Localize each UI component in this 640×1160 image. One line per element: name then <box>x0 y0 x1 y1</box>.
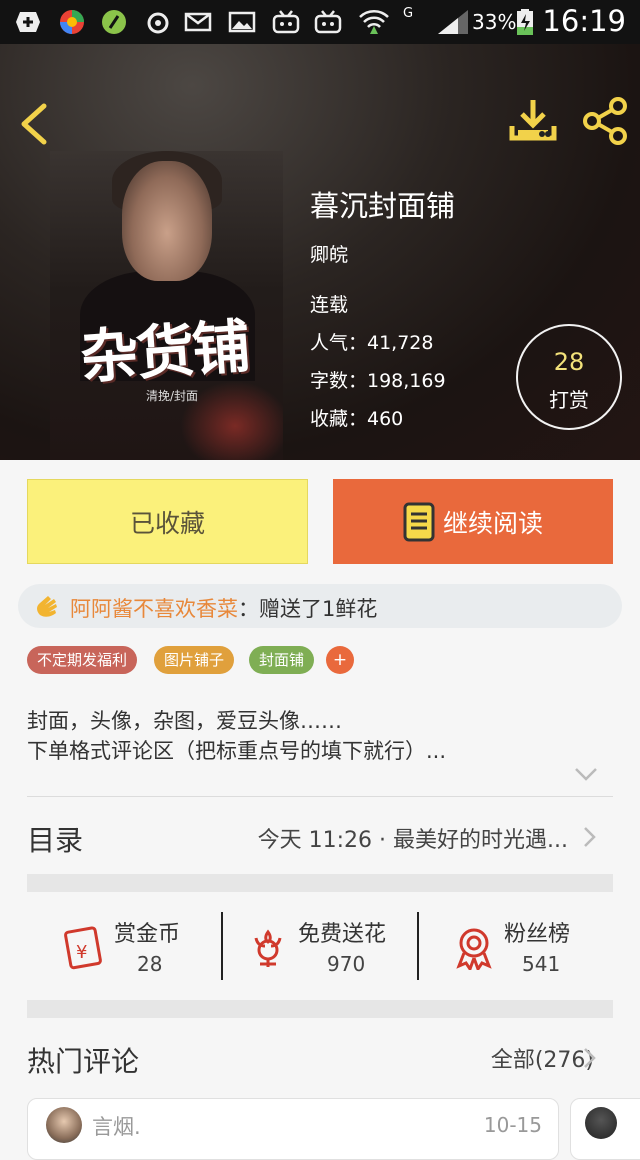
network-type: G <box>403 6 414 21</box>
download-icon[interactable] <box>508 96 558 144</box>
comment-date: 10-15 <box>483 1113 542 1137</box>
tip-button[interactable]: 28 打赏 <box>516 324 622 430</box>
bilibili-icon-2 <box>314 10 342 34</box>
chevron-right-icon[interactable] <box>582 826 596 848</box>
book-favorites: 收藏：460 <box>310 408 404 430</box>
tip-label: 打赏 <box>549 388 589 412</box>
stat-flowers[interactable]: 免费送花 970 <box>246 912 406 982</box>
clap-icon <box>37 596 57 617</box>
cover-figure-face <box>122 161 212 281</box>
stat-coins-label: 赏金币 <box>114 922 181 947</box>
clock: 16:19 <box>542 4 626 38</box>
back-arrow-icon[interactable] <box>16 100 52 148</box>
gift-message: ：赠送了1鲜花 <box>238 597 378 621</box>
gift-user-name[interactable]: 阿阿酱不喜欢香菜 <box>70 597 238 621</box>
tip-count: 28 <box>553 348 585 376</box>
favorite-button-label: 已收藏 <box>129 508 205 538</box>
book-title: 暮沉封面铺 <box>310 189 456 223</box>
share-icon[interactable] <box>580 96 630 146</box>
continue-reading-button[interactable]: 继续阅读 <box>333 479 613 564</box>
stat-fans-value: 541 <box>522 952 561 976</box>
wifi-icon <box>359 10 389 34</box>
comment-card[interactable] <box>570 1098 640 1160</box>
stat-coins[interactable]: ¥ 赏金币 28 <box>60 912 200 982</box>
continue-reading-label: 继续阅读 <box>442 508 543 538</box>
music-app-icon <box>102 10 126 34</box>
browser-app-icon <box>60 10 84 34</box>
all-comments-link[interactable]: 全部(276) <box>491 1042 594 1074</box>
add-notification-icon <box>16 12 40 32</box>
battery-percent: 33% <box>472 10 517 34</box>
bilibili-icon <box>272 10 300 34</box>
book-popularity: 人气：41,728 <box>310 332 434 354</box>
favorite-button[interactable]: 已收藏 <box>27 479 308 564</box>
book-cover: 杂货铺 清挽/封面 <box>50 151 283 460</box>
book-icon <box>403 502 435 541</box>
hot-comments-title: 热门评论 <box>27 1045 140 1078</box>
chevron-down-icon[interactable] <box>574 766 598 782</box>
signal-icon <box>438 10 468 34</box>
toc-label[interactable]: 目录 <box>27 819 83 859</box>
status-bar: G 33% 16:19 <box>0 0 640 44</box>
mail-icon <box>184 12 212 32</box>
comment-author: 言烟. <box>92 1115 141 1139</box>
stat-coins-value: 28 <box>137 952 163 976</box>
stat-separator <box>417 912 419 980</box>
avatar[interactable] <box>585 1107 617 1139</box>
battery-icon <box>517 9 533 35</box>
gift-notice[interactable]: 阿阿酱不喜欢香菜：赠送了1鲜花 <box>18 584 622 628</box>
comment-card[interactable]: 言烟. 10-15 <box>27 1098 559 1160</box>
description-line-1: 封面，头像，杂图，爱豆头像…… <box>27 709 342 733</box>
section-separator <box>27 874 613 892</box>
red-envelope-icon: ¥ <box>64 926 102 970</box>
add-tag-button[interactable]: + <box>326 646 354 674</box>
cover-subtitle: 清挽/封面 <box>146 389 199 403</box>
svg-text:¥: ¥ <box>76 942 87 963</box>
book-status: 连载 <box>310 294 349 316</box>
gallery-icon <box>228 11 256 33</box>
tag-picture-shop[interactable]: 图片铺子 <box>154 646 235 674</box>
description-line-2: 下单格式评论区（把标重点号的填下就行）... <box>27 739 447 763</box>
stat-fans-label: 粉丝榜 <box>504 922 571 947</box>
toc-latest-chapter[interactable]: 今天 11:26 · 最美好的时光遇... <box>258 822 568 854</box>
cover-title: 杂货铺 <box>78 312 251 392</box>
stat-flowers-value: 970 <box>327 952 366 976</box>
chevron-right-icon[interactable] <box>582 1047 596 1069</box>
gift-text: 阿阿酱不喜欢香菜：赠送了1鲜花 <box>70 593 377 623</box>
book-author[interactable]: 卿皖 <box>310 240 348 267</box>
tag-welfare[interactable]: 不定期发福利 <box>27 646 138 674</box>
stat-separator <box>221 912 223 980</box>
book-word-count: 字数：198,169 <box>310 370 446 392</box>
tag-cover-shop[interactable]: 封面铺 <box>249 646 315 674</box>
divider <box>27 796 613 797</box>
flower-icon <box>254 929 282 967</box>
section-separator <box>27 1000 613 1018</box>
netease-icon <box>147 12 169 34</box>
medal-icon <box>456 928 492 970</box>
stat-fans[interactable]: 粉丝榜 541 <box>452 912 602 982</box>
stat-flowers-label: 免费送花 <box>298 922 387 947</box>
